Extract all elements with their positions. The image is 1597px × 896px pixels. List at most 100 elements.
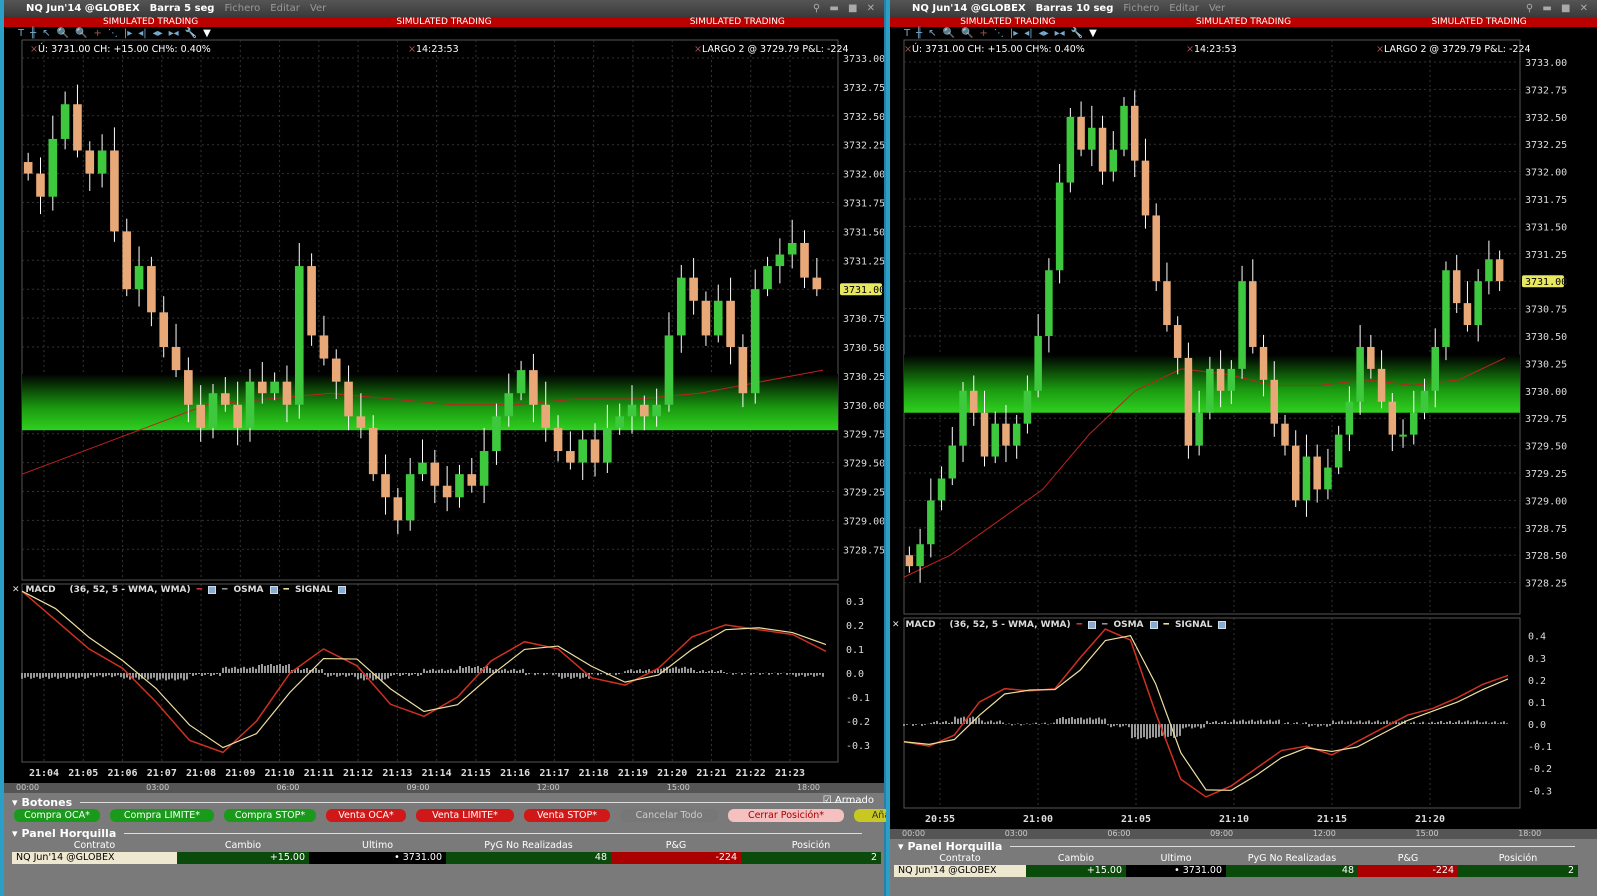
macd-y-tick-label: -0.3 <box>846 741 870 752</box>
order-button[interactable]: Compra LIMITE* <box>110 809 214 822</box>
navigator-label: 03:00 <box>1004 829 1028 838</box>
candle-body <box>73 104 82 151</box>
candle-body <box>763 266 772 290</box>
column-header[interactable]: Último <box>309 840 446 851</box>
y-tick-label: 3728.75 <box>1525 524 1567 535</box>
close-macd-icon[interactable]: ✕ <box>892 620 900 630</box>
macd-y-tick-label: -0.3 <box>1528 786 1552 797</box>
candle-body <box>257 381 267 394</box>
order-button[interactable]: Compra OCA* <box>14 809 100 822</box>
table-cell: NQ Jun'14 @GLOBEX <box>894 865 1026 877</box>
chart-window-left: NQ Jun'14 @GLOBEX Barra 5 seg Fichero Ed… <box>0 0 952 896</box>
time-navigator[interactable]: 00:00 03:00 06:00 09:00 12:00 15:00 18:00 <box>890 829 1597 839</box>
order-button[interactable]: Venta OCA* <box>326 809 406 822</box>
candle-body <box>147 266 156 313</box>
candle-body <box>529 370 538 405</box>
candle-body <box>959 390 967 446</box>
column-header[interactable]: Posición <box>741 840 881 851</box>
candle-body <box>1399 434 1407 437</box>
price-plot-frame <box>903 39 1521 615</box>
panel-section-header[interactable]: ▾ Panel Horquilla <box>898 840 1575 853</box>
y-tick-label: 3731.75 <box>1525 195 1567 206</box>
y-tick-label: 3730.00 <box>1525 387 1567 398</box>
candle-body <box>1356 346 1364 402</box>
candle-body <box>1410 412 1418 435</box>
time-navigator[interactable]: 00:00 03:00 06:00 09:00 12:00 15:00 18:00 <box>4 783 884 793</box>
candle-body <box>1012 423 1021 446</box>
column-header[interactable]: Cambio <box>177 840 309 851</box>
x-tick-label: 21:14 <box>422 768 452 779</box>
table-cell: NQ Jun'14 @GLOBEX <box>12 852 177 864</box>
candle-body <box>1002 423 1010 446</box>
column-header[interactable]: Cambio <box>1026 853 1126 864</box>
order-button[interactable]: Cerrar Posición* <box>728 809 844 822</box>
table-cell: • 3731.00 <box>1126 865 1226 877</box>
y-tick-label: 3731.50 <box>843 227 884 238</box>
column-header[interactable]: P&G <box>1358 853 1458 864</box>
column-header[interactable]: Posición <box>1458 853 1578 864</box>
candle-body <box>1184 357 1193 446</box>
candle-body <box>1077 116 1085 150</box>
column-header[interactable]: PyG No Realizadas <box>1226 853 1358 864</box>
y-tick-label: 3730.75 <box>843 314 884 325</box>
table-row[interactable]: NQ Jun'14 @GLOBEX +15.00 • 3731.00 48 -224 2 <box>4 852 884 864</box>
close-macd-icon[interactable]: ✕ <box>12 585 20 595</box>
y-tick-label: 3730.25 <box>1525 359 1567 370</box>
x-tick-label: 21:15 <box>461 768 491 779</box>
signal-checkbox[interactable] <box>1218 621 1227 629</box>
order-button[interactable]: Cancelar Todo <box>620 809 718 822</box>
candle-body <box>60 104 70 139</box>
column-header[interactable]: P&G <box>611 840 741 851</box>
candle-body <box>1259 346 1268 380</box>
candle-body <box>980 412 989 457</box>
table-cell: 48 <box>446 852 611 864</box>
panel-section-header[interactable]: ▾ Panel Horquilla <box>12 827 862 840</box>
candle-body <box>1495 259 1504 282</box>
table-cell: -224 <box>611 852 741 864</box>
y-tick-label: 3729.25 <box>1525 469 1567 480</box>
signal-checkbox[interactable] <box>338 586 347 594</box>
candle-body <box>553 427 563 452</box>
candle-body <box>603 427 612 463</box>
osma-checkbox[interactable] <box>1149 621 1158 629</box>
column-header[interactable]: Último <box>1126 853 1226 864</box>
candle-body <box>927 500 935 545</box>
navigator-label: 03:00 <box>146 783 170 792</box>
column-header[interactable]: PyG No Realizadas <box>446 840 611 851</box>
osma-checkbox[interactable] <box>269 586 278 594</box>
candle-body <box>282 381 292 405</box>
order-button[interactable]: Compra STOP* <box>224 809 316 822</box>
y-tick-label: 3732.00 <box>843 170 884 181</box>
candle-body <box>36 173 45 197</box>
y-tick-label: 3730.50 <box>1525 332 1567 343</box>
order-button[interactable]: Venta STOP* <box>524 809 610 822</box>
candle-body <box>1291 445 1300 501</box>
candle-body <box>1313 456 1321 490</box>
candle-body <box>916 544 924 567</box>
order-button[interactable]: Venta LIMITE* <box>416 809 514 822</box>
candle-body <box>467 474 477 486</box>
column-header[interactable]: Contrato <box>12 840 177 851</box>
quote-info: ×Ú: 3731.00 CH: +15.00 CH%: 0.40% <box>30 44 211 55</box>
macd-checkbox[interactable] <box>208 586 217 594</box>
candle-body <box>245 381 255 428</box>
order-buttons: Compra OCA* Compra LIMITE* Compra STOP* Ven… <box>14 809 952 823</box>
position-info: ×LARGO 2 @ 3729.79 P&L: -224 <box>1376 44 1531 55</box>
price-chart[interactable]: 3733.00 3732.75 3732.50 3732.25 3732.00 3731.… <box>4 0 884 800</box>
x-tick-label: 21:10 <box>1219 814 1249 825</box>
candle-body <box>937 478 946 501</box>
table-row[interactable]: NQ Jun'14 @GLOBEX +15.00 • 3731.00 48 -224 2 <box>890 865 1597 877</box>
y-tick-label: 3732.00 <box>1525 168 1567 179</box>
y-tick-label: 3729.50 <box>843 459 884 470</box>
buttons-section-header[interactable]: ▾ Botones <box>12 796 862 809</box>
candle-body <box>1098 127 1107 172</box>
column-header[interactable]: Contrato <box>894 853 1026 864</box>
x-tick-label: 21:18 <box>579 768 609 779</box>
last-price-label: 3731.00 <box>843 285 884 296</box>
macd-checkbox[interactable] <box>1088 621 1097 629</box>
last-price-label: 3731.00 <box>1525 277 1567 288</box>
x-tick-label: 21:20 <box>1415 814 1445 825</box>
x-tick-label: 21:06 <box>107 768 137 779</box>
price-chart[interactable]: 3733.00 3732.75 3732.50 3732.25 3732.00 3731.… <box>890 0 1597 830</box>
armed-toggle[interactable]: ☑ Armado <box>823 795 874 806</box>
